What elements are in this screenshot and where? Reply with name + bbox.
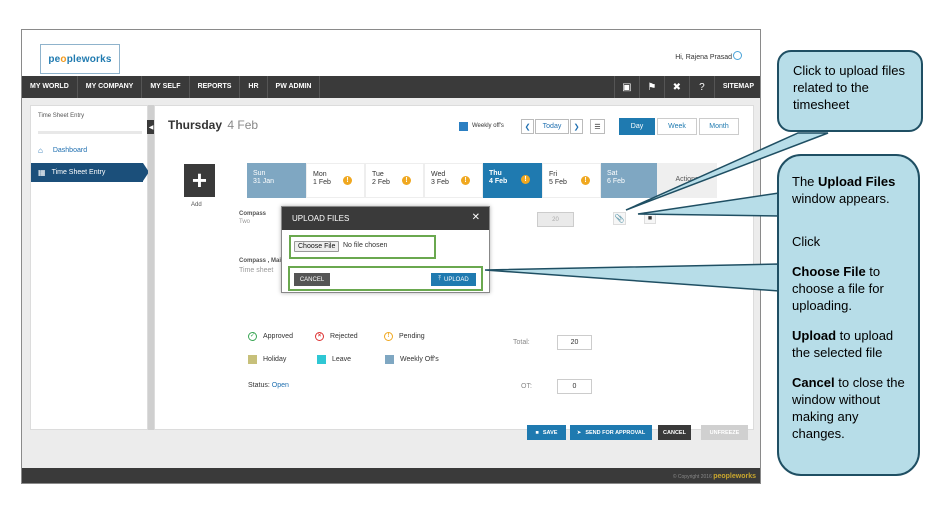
callout-upload-hint: Click to upload files related to the tim… [777,50,923,132]
callout-upload-instructions: The Upload Files window appears. Click C… [777,154,920,476]
callout-2-pointer-b [484,263,780,292]
